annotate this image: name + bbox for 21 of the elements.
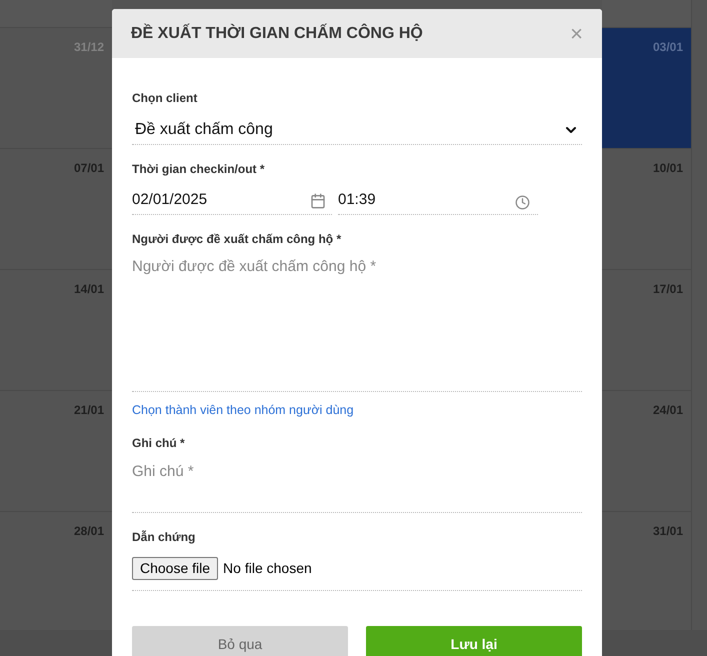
field-label: Dẫn chứng: [132, 528, 196, 546]
field-label: Người được đề xuất chấm công hộ *: [132, 231, 342, 248]
file-status: No file chosen: [223, 558, 312, 578]
field-label: Thời gian checkin/out *: [132, 161, 266, 178]
dialog-title: ĐỀ XUẤT THỜI GIAN CHẤM CÔNG HỘ: [131, 22, 423, 44]
date-field[interactable]: 02/01/2025: [132, 187, 332, 215]
group-select-link[interactable]: Chọn thành viên theo nhóm người dùng: [132, 401, 582, 420]
date-number: 03/01: [652, 39, 683, 56]
calendar-icon: [310, 192, 326, 208]
time-field[interactable]: 01:39: [338, 187, 538, 215]
close-button[interactable]: ×: [570, 22, 583, 44]
client-select[interactable]: Đề xuất chấm công: [132, 116, 582, 145]
note-field[interactable]: Ghi chú *: [132, 460, 582, 513]
save-button[interactable]: Lưu lại: [366, 626, 582, 656]
clock-icon: [515, 195, 530, 210]
calendar-cell[interactable]: 03/01: [602, 28, 691, 149]
field-label: Ghi chú *: [132, 434, 186, 452]
cancel-button[interactable]: Bỏ qua: [132, 626, 348, 656]
person-field[interactable]: Người được đề xuất chấm công hộ *: [132, 256, 582, 392]
field-label: Chọn client: [132, 90, 198, 107]
choose-file-button[interactable]: Choose file: [132, 556, 218, 580]
